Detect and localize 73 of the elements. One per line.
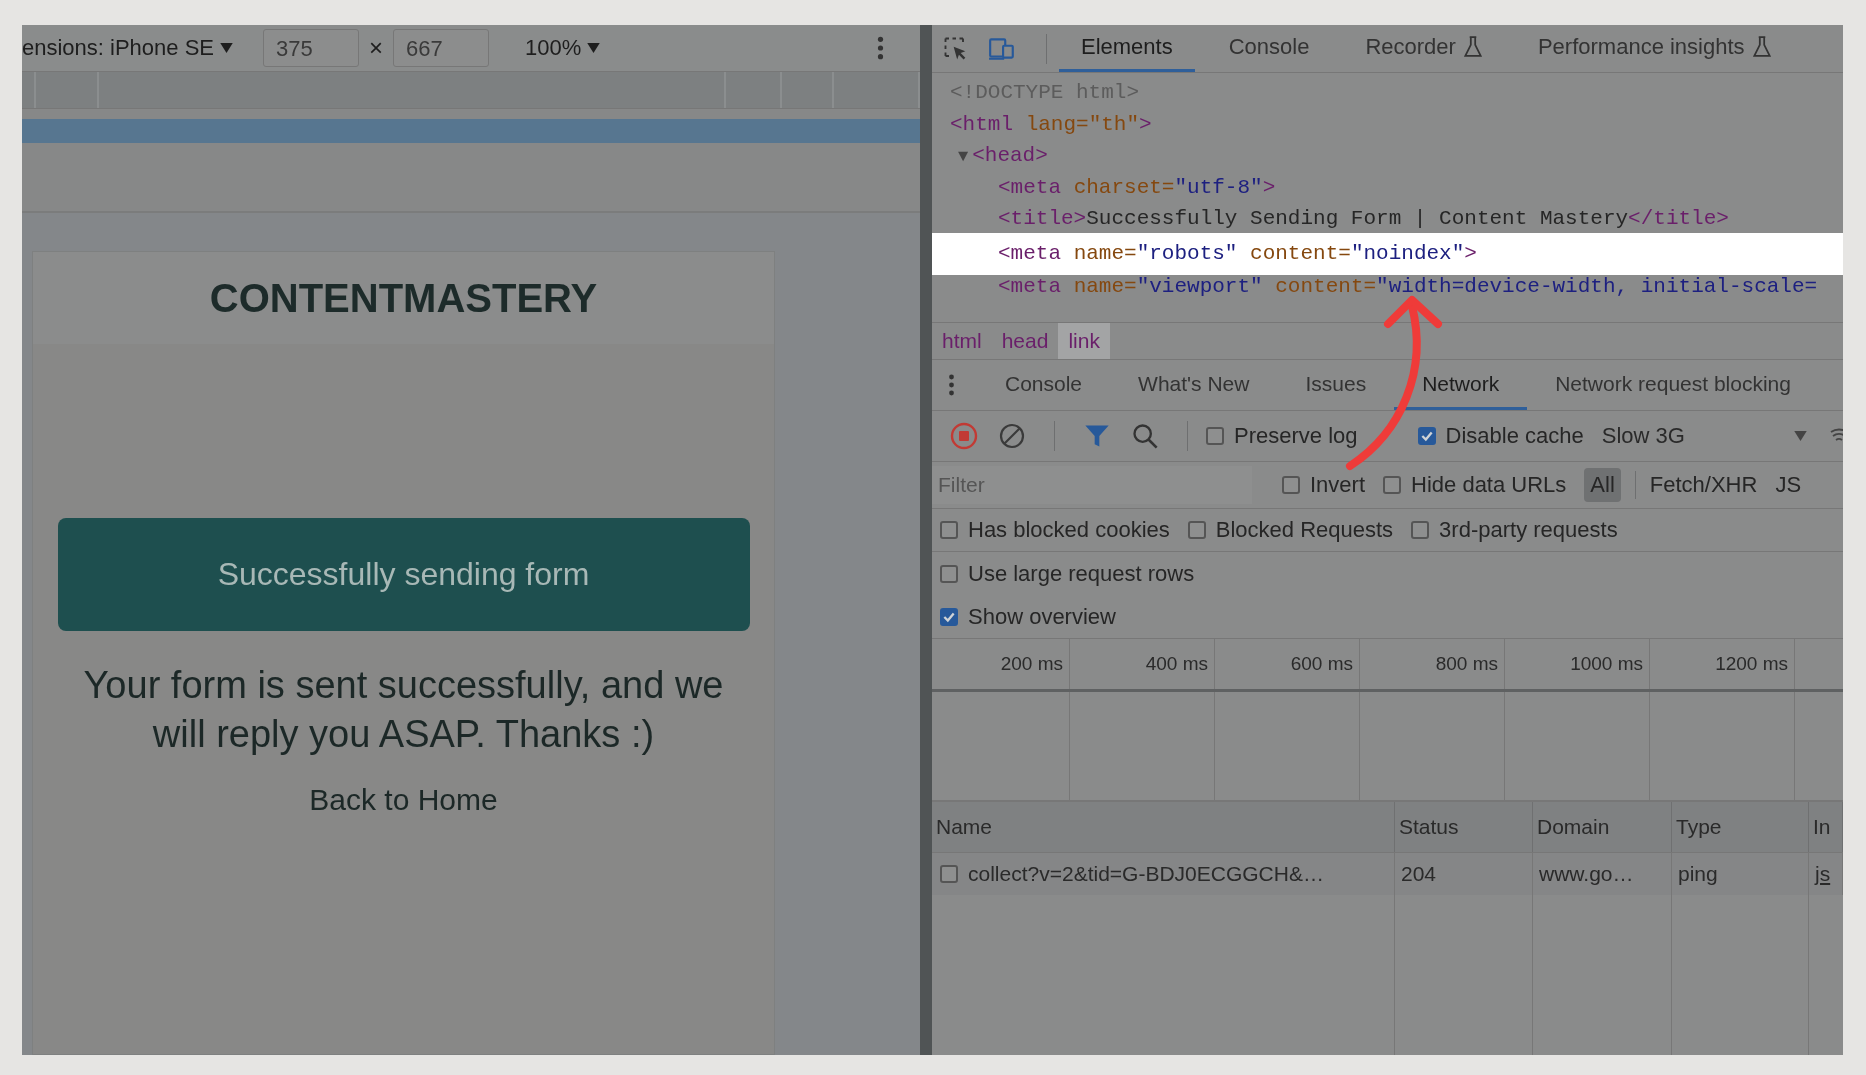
panel-tab[interactable]: Performance insights	[1515, 25, 1793, 72]
checkbox[interactable]	[940, 521, 958, 539]
message-text: Your form is sent successfully, and we will reply you ASAP. Thanks :)	[82, 663, 725, 757]
checkbox-option[interactable]: Has blocked cookies	[940, 517, 1170, 543]
checkbox[interactable]	[1282, 476, 1300, 494]
breadcrumb[interactable]: html	[932, 323, 992, 359]
drawer-tab[interactable]: Network request blocking	[1527, 360, 1791, 410]
table-cell: 204	[1401, 862, 1437, 886]
checkbox-option[interactable]: Invert	[1282, 472, 1366, 498]
checkbox-option[interactable]: 3rd-party requests	[1411, 517, 1618, 543]
column-header[interactable]: Name	[932, 802, 1395, 852]
checkbox-option[interactable]: Preserve log	[1206, 423, 1358, 449]
checkbox[interactable]	[940, 607, 958, 626]
times-sign: ×	[369, 34, 384, 62]
timeline-tick: 1000 ms	[1570, 653, 1643, 675]
type-filter[interactable]: Fetch/XHR	[1643, 468, 1764, 502]
device-selector[interactable]: ensions: iPhone SE	[22, 35, 215, 61]
checkbox-option[interactable]: Use large request rows	[940, 560, 1195, 587]
site-logo: CONTENTMASTERY	[209, 275, 598, 321]
code-line[interactable]: <meta charset="utf-8">	[932, 171, 1843, 203]
table-cell: www.go…	[1539, 862, 1634, 886]
caret-icon	[587, 43, 601, 53]
throttling-select[interactable]: Slow 3G	[1601, 423, 1685, 449]
panel-tab[interactable]: Console	[1206, 25, 1332, 72]
column-header[interactable]: Type	[1672, 802, 1809, 852]
timeline-tick: 600 ms	[1290, 653, 1353, 675]
height-field[interactable]: 667	[393, 29, 490, 67]
checkbox-option[interactable]: Hide data URLs	[1383, 472, 1567, 498]
timeline-tick: 1200 ms	[1715, 653, 1788, 675]
banner-text: Successfully sending form	[217, 556, 590, 593]
type-filter[interactable]: All	[1584, 468, 1621, 502]
caret-icon	[1794, 431, 1807, 441]
drawer-tab[interactable]: Console	[977, 360, 1111, 410]
filter-field[interactable]: Filter	[932, 466, 1252, 504]
checkbox[interactable]	[1383, 476, 1402, 494]
panel-tab[interactable]: Recorder	[1343, 25, 1504, 72]
code-line[interactable]: ▼ <head>	[932, 140, 1843, 172]
timeline-tick: 400 ms	[1145, 653, 1208, 675]
initiator-link[interactable]: js	[1815, 862, 1831, 886]
breadcrumb[interactable]: head	[991, 323, 1059, 359]
checkbox[interactable]	[1417, 427, 1436, 445]
column-header[interactable]: In	[1809, 802, 1843, 852]
checkbox-option[interactable]: Blocked Requests	[1187, 517, 1394, 543]
more-icon[interactable]	[948, 374, 955, 396]
record-icon[interactable]	[950, 422, 978, 450]
more-icon[interactable]	[877, 36, 884, 60]
checkbox[interactable]	[1187, 521, 1206, 539]
drawer-tab[interactable]: Network	[1394, 360, 1528, 410]
code-line[interactable]: <html lang="th">	[932, 108, 1843, 140]
checkbox[interactable]	[940, 564, 958, 583]
back-home-link[interactable]: Back to Home	[309, 783, 498, 817]
drawer-tab[interactable]: What's New	[1110, 360, 1278, 410]
table-cell: ping	[1678, 862, 1718, 886]
code-line[interactable]: <title>Successfully Sending Form | Content Mastery</title>	[932, 203, 1843, 235]
clear-icon[interactable]	[998, 422, 1026, 450]
timeline-tick: 200 ms	[1000, 653, 1063, 675]
table-cell: collect?v=2&tid=G-BDJ0ECGGCH&…	[968, 862, 1324, 886]
zoom-selector[interactable]: 100%	[525, 35, 582, 61]
checkbox-option[interactable]: Disable cache	[1417, 423, 1584, 449]
breadcrumb[interactable]: link	[1058, 323, 1110, 359]
width-field[interactable]: 375	[263, 29, 360, 67]
checkbox-option[interactable]: Show overview	[940, 603, 1116, 630]
caret-icon	[220, 43, 234, 53]
panel-tab[interactable]: Elements	[1059, 25, 1195, 72]
checkbox[interactable]	[1206, 427, 1224, 445]
search-icon[interactable]	[1131, 422, 1159, 450]
column-header[interactable]: Domain	[1533, 802, 1672, 852]
drawer-tab[interactable]: Issues	[1277, 360, 1395, 410]
checkbox[interactable]	[1411, 521, 1430, 539]
type-filter[interactable]: JS	[1769, 468, 1808, 502]
column-header[interactable]: Status	[1395, 802, 1533, 852]
timeline-tick: 800 ms	[1435, 653, 1498, 675]
checkbox[interactable]	[940, 865, 958, 883]
